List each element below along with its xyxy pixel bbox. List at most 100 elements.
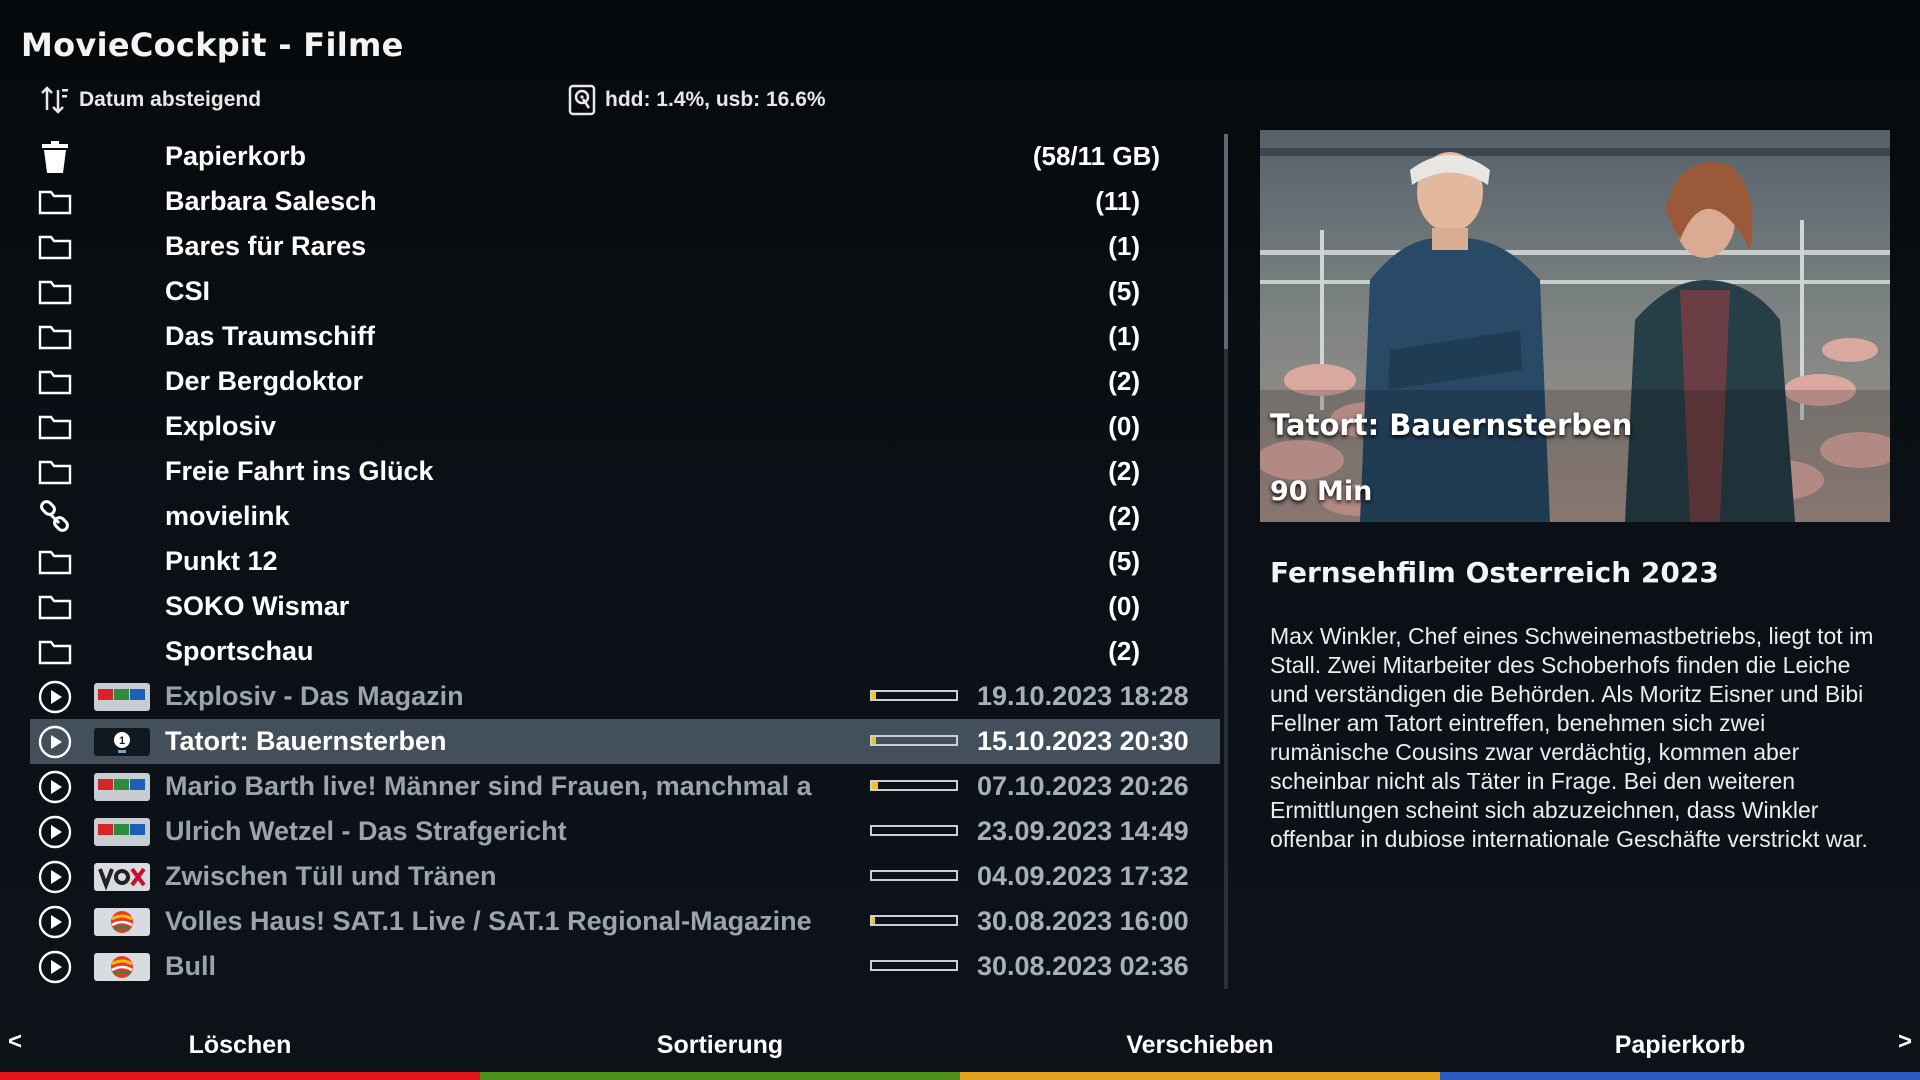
list-scrollbar-thumb[interactable] xyxy=(1224,134,1228,349)
movie-cover: Tatort: Bauernsterben 90 Min xyxy=(1260,130,1890,522)
color-button-bar: Löschen Sortierung Verschieben Papierkor… xyxy=(0,1018,1920,1080)
item-count: (1) xyxy=(1108,231,1140,261)
disk-usage-label: hdd: 1.4%, usb: 16.6% xyxy=(605,88,826,111)
red-key-bar xyxy=(0,1072,480,1080)
folder-icon xyxy=(38,186,72,218)
red-button-label: Löschen xyxy=(188,1031,292,1059)
blue-button-trash[interactable]: Papierkorb xyxy=(1440,1018,1920,1080)
trash-icon xyxy=(38,141,72,173)
folder-icon xyxy=(38,321,72,353)
item-name: Der Bergdoktor xyxy=(165,366,364,396)
item-name: Explosiv - Das Magazin xyxy=(165,681,464,711)
channel-logo-rtl xyxy=(94,683,150,711)
cover-image xyxy=(1260,130,1890,522)
list-item-folder[interactable]: Freie Fahrt ins Glück (2) xyxy=(30,449,1220,494)
blue-key-bar xyxy=(1440,1072,1920,1080)
list-item-movie[interactable]: Zwischen Tüll und Tränen 04.09.2023 17:3… xyxy=(30,854,1220,899)
channel-logo-vox xyxy=(94,863,150,891)
play-circle-icon xyxy=(38,815,72,849)
green-button-sort[interactable]: Sortierung xyxy=(480,1018,960,1080)
movie-list[interactable]: Papierkorb (58/11 GB) Barbara Salesch (1… xyxy=(30,134,1220,989)
item-count: (0) xyxy=(1108,411,1140,441)
list-item-movie[interactable]: Bull 30.08.2023 02:36 xyxy=(30,944,1220,989)
yellow-button-label: Verschieben xyxy=(1126,1031,1274,1059)
yellow-button-move[interactable]: Verschieben xyxy=(960,1018,1440,1080)
item-count: (5) xyxy=(1108,276,1140,306)
cover-title: Tatort: Bauernsterben xyxy=(1270,408,1633,442)
list-item-folder[interactable]: Bares für Rares (1) xyxy=(30,224,1220,269)
list-item-folder[interactable]: Der Bergdoktor (2) xyxy=(30,359,1220,404)
folder-icon xyxy=(38,231,72,263)
sort-label: Datum absteigend xyxy=(79,88,262,111)
play-circle-icon xyxy=(38,860,72,894)
blue-button-label: Papierkorb xyxy=(1614,1031,1746,1059)
list-item-link[interactable]: movielink (2) xyxy=(30,494,1220,539)
item-date: 15.10.2023 20:30 xyxy=(977,726,1189,756)
item-count: (2) xyxy=(1108,456,1140,486)
progress-bar xyxy=(870,735,958,746)
item-count: (11) xyxy=(1095,186,1140,216)
red-button-delete[interactable]: Löschen xyxy=(0,1018,480,1080)
play-circle-icon xyxy=(38,950,72,984)
cover-length: 90 Min xyxy=(1270,476,1373,507)
item-name: Barbara Salesch xyxy=(165,186,377,216)
harddisk-icon xyxy=(568,84,596,116)
list-item-folder[interactable]: Das Traumschiff (1) xyxy=(30,314,1220,359)
folder-icon xyxy=(38,366,72,398)
progress-bar xyxy=(870,960,958,971)
list-item-trash[interactable]: Papierkorb (58/11 GB) xyxy=(30,134,1220,179)
folder-icon xyxy=(38,636,72,668)
app-title: MovieCockpit - Filme xyxy=(21,26,404,64)
list-item-folder[interactable]: Barbara Salesch (11) xyxy=(30,179,1220,224)
item-count: (58/11 GB) xyxy=(1032,141,1160,171)
item-name: Explosiv xyxy=(165,411,277,441)
item-name: Punkt 12 xyxy=(165,546,278,576)
disk-usage: hdd: 1.4%, usb: 16.6% xyxy=(568,84,826,116)
item-count: (2) xyxy=(1108,366,1140,396)
sort-icon xyxy=(41,86,68,114)
item-name: SOKO Wismar xyxy=(165,591,350,621)
item-date: 30.08.2023 16:00 xyxy=(977,906,1189,936)
progress-bar xyxy=(870,825,958,836)
play-circle-icon xyxy=(38,770,72,804)
list-item-folder[interactable]: Punkt 12 (5) xyxy=(30,539,1220,584)
yellow-key-bar xyxy=(960,1072,1440,1080)
channel-logo-rtl xyxy=(94,818,150,846)
channel-logo-rtl xyxy=(94,773,150,801)
sort-indicator: Datum absteigend xyxy=(40,84,261,116)
list-item-movie[interactable]: Volles Haus! SAT.1 Live / SAT.1 Regional… xyxy=(30,899,1220,944)
channel-logo-das-erste: 1 xyxy=(94,728,150,756)
list-item-folder[interactable]: Explosiv (0) xyxy=(30,404,1220,449)
item-count: (5) xyxy=(1108,546,1140,576)
item-name: Papierkorb xyxy=(165,141,307,171)
folder-icon xyxy=(38,411,72,443)
item-name: Tatort: Bauernsterben xyxy=(165,726,447,756)
item-name: Freie Fahrt ins Glück xyxy=(165,456,434,486)
folder-icon xyxy=(38,546,72,578)
item-name: Mario Barth live! Männer sind Frauen, ma… xyxy=(165,771,812,801)
folder-icon xyxy=(38,591,72,623)
genre-line: Fernsehfilm Osterreich 2023 xyxy=(1270,556,1719,589)
list-item-folder[interactable]: CSI (5) xyxy=(30,269,1220,314)
item-name: Das Traumschiff xyxy=(165,321,376,351)
list-item-movie[interactable]: Mario Barth live! Männer sind Frauen, ma… xyxy=(30,764,1220,809)
item-name: Volles Haus! SAT.1 Live / SAT.1 Regional… xyxy=(165,906,812,936)
list-item-movie[interactable]: Explosiv - Das Magazin 19.10.2023 18:28 xyxy=(30,674,1220,719)
item-name: Ulrich Wetzel - Das Strafgericht xyxy=(165,816,567,846)
play-circle-icon xyxy=(38,680,72,714)
item-name: movielink xyxy=(165,501,290,531)
progress-bar xyxy=(870,690,958,701)
progress-bar xyxy=(870,915,958,926)
list-item-movie-selected[interactable]: 1 Tatort: Bauernsterben 15.10.2023 20:30 xyxy=(30,719,1220,764)
list-item-folder[interactable]: SOKO Wismar (0) xyxy=(30,584,1220,629)
item-date: 30.08.2023 02:36 xyxy=(977,951,1189,981)
list-item-folder[interactable]: Sportschau (2) xyxy=(30,629,1220,674)
progress-bar xyxy=(870,870,958,881)
item-count: (1) xyxy=(1108,321,1140,351)
item-date: 07.10.2023 20:26 xyxy=(977,771,1189,801)
item-date: 19.10.2023 18:28 xyxy=(977,681,1189,711)
item-count: (2) xyxy=(1108,501,1140,531)
list-item-movie[interactable]: Ulrich Wetzel - Das Strafgericht 23.09.2… xyxy=(30,809,1220,854)
green-button-label: Sortierung xyxy=(656,1031,784,1059)
item-count: (0) xyxy=(1108,591,1140,621)
